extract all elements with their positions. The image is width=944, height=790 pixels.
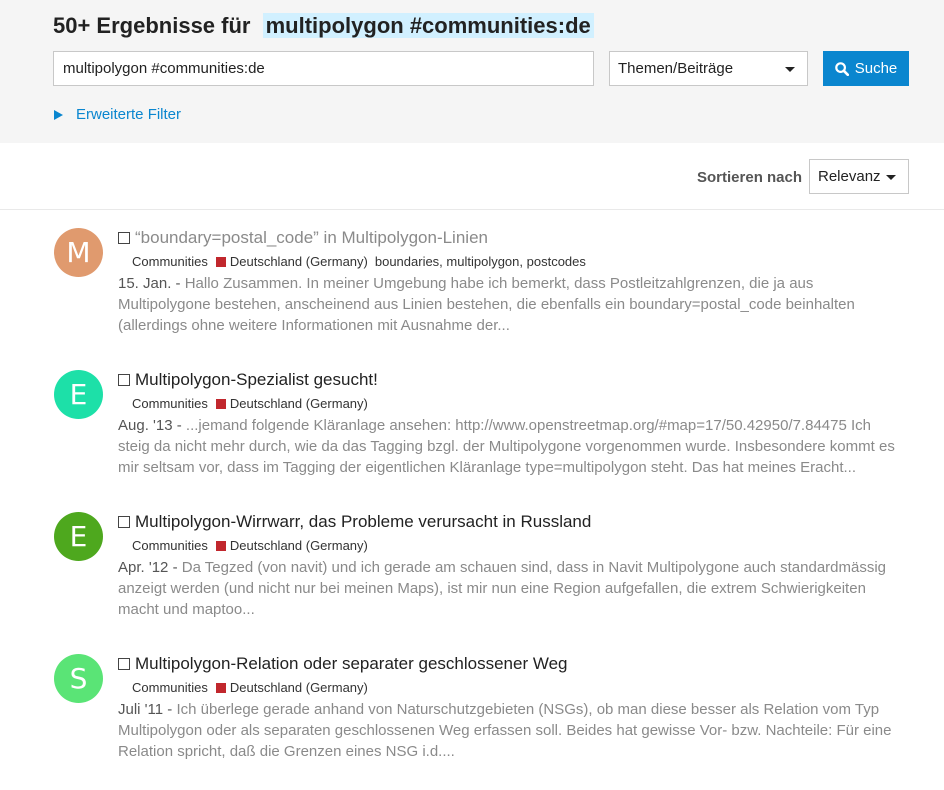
category-link[interactable]: Deutschland (Germany) bbox=[230, 680, 368, 695]
search-button[interactable]: Suche bbox=[823, 51, 909, 86]
search-header: 50+ Ergebnisse für multipolygon #communi… bbox=[0, 0, 944, 143]
result-excerpt: Aug. '13 - ...jemand folgende Kläranlage… bbox=[118, 415, 903, 478]
result-excerpt-text: ...jemand folgende Kläranlage ansehen: h… bbox=[118, 417, 895, 476]
result-item: E Multipolygon-Wirrwarr, das Probleme ve… bbox=[0, 512, 944, 642]
avatar[interactable]: E bbox=[54, 370, 103, 419]
result-date: Juli '11 - bbox=[118, 701, 173, 718]
avatar[interactable]: S bbox=[54, 654, 103, 703]
category-color-badge bbox=[215, 682, 226, 693]
checkbox[interactable] bbox=[118, 658, 130, 670]
category-color-badge bbox=[215, 540, 226, 551]
result-title-link[interactable]: Multipolygon-Spezialist gesucht! bbox=[135, 370, 378, 390]
result-title-row: Multipolygon-Spezialist gesucht! bbox=[118, 370, 378, 390]
result-meta: Communities Deutschland (Germany) bbox=[132, 538, 368, 553]
result-title-row: “boundary=postal_code” in Multipolygon-L… bbox=[118, 228, 488, 248]
parent-category-link[interactable]: Communities bbox=[132, 538, 208, 553]
category-color-badge bbox=[215, 256, 226, 267]
result-meta: Communities Deutschland (Germany) bounda… bbox=[132, 254, 586, 269]
chevron-down-icon bbox=[785, 67, 795, 72]
sort-row: Sortieren nach Relevanz bbox=[0, 143, 944, 210]
advanced-filters-toggle[interactable]: Erweiterte Filter bbox=[54, 106, 181, 123]
result-excerpt: Apr. '12 - Da Tegzed (von navit) und ich… bbox=[118, 557, 903, 620]
avatar-letter: E bbox=[69, 378, 88, 411]
result-title-link[interactable]: “boundary=postal_code” in Multipolygon-L… bbox=[135, 228, 488, 248]
caret-right-icon bbox=[54, 109, 63, 120]
result-excerpt-text: Hallo Zusammen. In meiner Umgebung habe … bbox=[118, 275, 855, 334]
result-title-row: Multipolygon-Relation oder separater ges… bbox=[118, 654, 567, 674]
result-title-link[interactable]: Multipolygon-Wirrwarr, das Probleme veru… bbox=[135, 512, 591, 532]
result-title-row: Multipolygon-Wirrwarr, das Probleme veru… bbox=[118, 512, 591, 532]
sort-label: Sortieren nach bbox=[697, 169, 803, 186]
results-heading: 50+ Ergebnisse für multipolygon #communi… bbox=[53, 13, 594, 39]
result-title-link[interactable]: Multipolygon-Relation oder separater ges… bbox=[135, 654, 567, 674]
search-term-highlight: multipolygon #communities:de bbox=[262, 13, 594, 38]
avatar[interactable]: M bbox=[54, 228, 103, 277]
checkbox[interactable] bbox=[118, 374, 130, 386]
category-link[interactable]: Deutschland (Germany) bbox=[230, 254, 368, 269]
parent-category-link[interactable]: Communities bbox=[132, 680, 208, 695]
result-item: S Multipolygon-Relation oder separater g… bbox=[0, 654, 944, 784]
result-item: M “boundary=postal_code” in Multipolygon… bbox=[0, 228, 944, 358]
checkbox[interactable] bbox=[118, 516, 130, 528]
category-link[interactable]: Deutschland (Germany) bbox=[230, 396, 368, 411]
avatar-letter: E bbox=[69, 520, 88, 553]
avatar-letter: M bbox=[66, 236, 91, 269]
sort-select[interactable]: Relevanz bbox=[809, 159, 909, 194]
advanced-filters-label: Erweiterte Filter bbox=[76, 106, 182, 123]
result-meta: Communities Deutschland (Germany) bbox=[132, 680, 368, 695]
sort-select-value: Relevanz bbox=[818, 168, 881, 185]
search-button-label: Suche bbox=[854, 60, 898, 77]
type-select-value: Themen/Beiträge bbox=[618, 60, 734, 77]
chevron-down-icon bbox=[886, 175, 896, 180]
result-excerpt: Juli '11 - Ich überlege gerade anhand vo… bbox=[118, 699, 903, 762]
search-input[interactable] bbox=[53, 51, 594, 86]
result-excerpt-text: Da Tegzed (von navit) und ich gerade am … bbox=[118, 559, 887, 618]
avatar[interactable]: E bbox=[54, 512, 103, 561]
tags[interactable]: boundaries, multipolygon, postcodes bbox=[375, 254, 586, 269]
result-meta: Communities Deutschland (Germany) bbox=[132, 396, 368, 411]
category-link[interactable]: Deutschland (Germany) bbox=[230, 538, 368, 553]
search-icon bbox=[834, 61, 849, 76]
parent-category-link[interactable]: Communities bbox=[132, 396, 208, 411]
category-color-badge bbox=[215, 398, 226, 409]
type-select[interactable]: Themen/Beiträge bbox=[609, 51, 808, 86]
avatar-letter: S bbox=[69, 662, 88, 695]
result-excerpt-text: Ich überlege gerade anhand von Naturschu… bbox=[118, 701, 892, 760]
result-item: E Multipolygon-Spezialist gesucht! Commu… bbox=[0, 370, 944, 500]
checkbox[interactable] bbox=[118, 232, 130, 244]
result-excerpt: 15. Jan. - Hallo Zusammen. In meiner Umg… bbox=[118, 273, 903, 336]
results-count: 50+ Ergebnisse für bbox=[53, 13, 251, 38]
result-date: Aug. '13 - bbox=[118, 417, 182, 434]
parent-category-link[interactable]: Communities bbox=[132, 254, 208, 269]
result-date: 15. Jan. - bbox=[118, 275, 181, 292]
result-date: Apr. '12 - bbox=[118, 559, 178, 576]
